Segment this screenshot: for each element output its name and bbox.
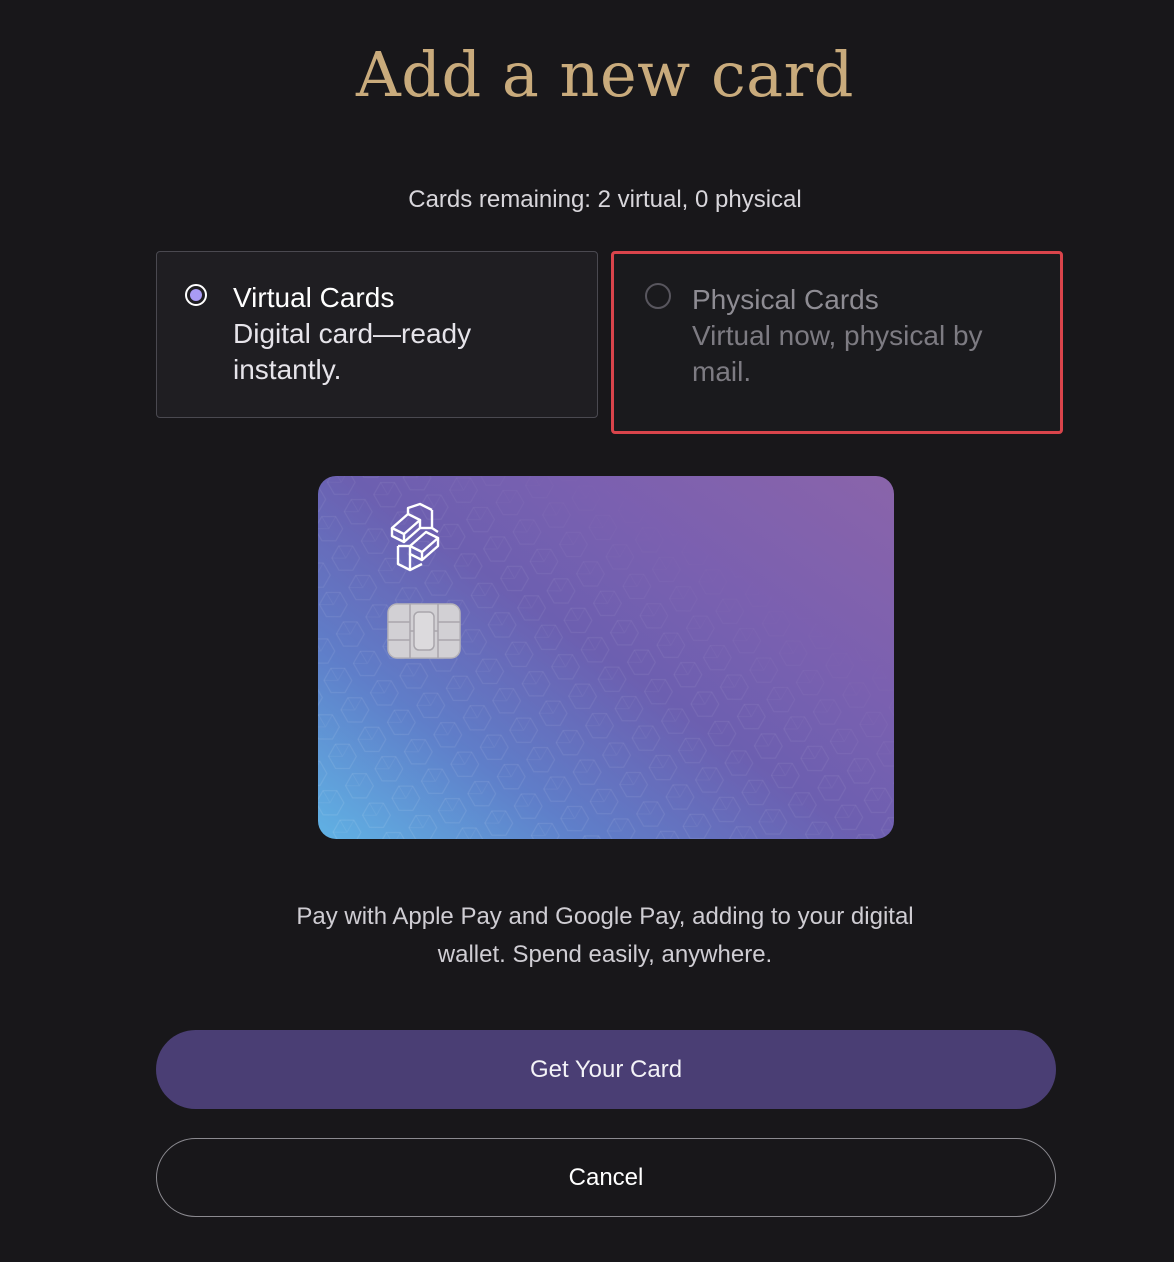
card-chip-icon: [387, 603, 461, 659]
card-description: Pay with Apple Pay and Google Pay, addin…: [0, 898, 1174, 974]
add-card-page: Add a new card Cards remaining: 2 virtua…: [0, 0, 1174, 1262]
caption-line-2: wallet. Spend easily, anywhere.: [437, 941, 773, 968]
physical-cards-description: Virtual now, physical by mail.: [692, 320, 983, 387]
virtual-cards-option[interactable]: Virtual Cards Digital card—ready instant…: [156, 251, 598, 418]
caption-line-1: Pay with Apple Pay and Google Pay, addin…: [296, 903, 914, 930]
virtual-cards-title: Virtual Cards: [233, 282, 395, 313]
get-your-card-button[interactable]: Get Your Card: [156, 1030, 1056, 1109]
physical-cards-title: Physical Cards: [692, 284, 879, 315]
physical-cards-option[interactable]: Physical Cards Virtual now, physical by …: [611, 251, 1063, 434]
radio-unselected-icon[interactable]: [645, 283, 671, 309]
page-title: Add a new card: [356, 38, 854, 111]
cancel-button[interactable]: Cancel: [156, 1138, 1056, 1217]
radio-selected-icon[interactable]: [185, 284, 207, 306]
virtual-cards-description: Digital card—ready instantly.: [233, 318, 472, 385]
card-pattern: [318, 476, 894, 839]
card-preview-image: [318, 476, 894, 839]
cards-remaining-text: Cards remaining: 2 virtual, 0 physical: [408, 186, 802, 213]
